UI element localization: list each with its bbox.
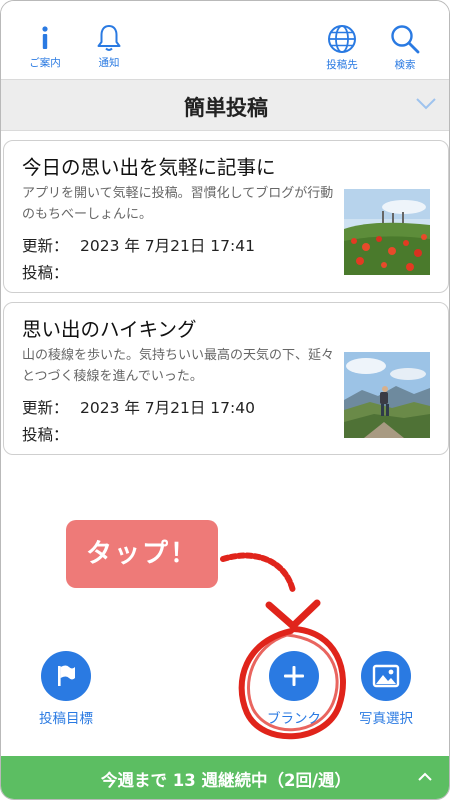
post-thumbnail	[344, 352, 430, 438]
post-goal-button[interactable]: 投稿目標	[11, 651, 121, 727]
search-icon	[391, 25, 420, 54]
post-card[interactable]: 今日の思い出を気軽に記事に アプリを開いて気軽に投稿。習慣化してブログが行動のも…	[3, 140, 449, 293]
notification-button[interactable]: 通知	[78, 23, 140, 75]
post-thumbnail	[344, 189, 430, 275]
top-toolbar: ご案内 通知 投稿先 検索	[1, 1, 449, 79]
chevron-down-icon[interactable]	[416, 97, 436, 111]
updated-value: 2023 年 7月21日 17:40	[80, 399, 255, 417]
blank-post-circle	[269, 651, 319, 701]
post-description: アプリを開いて気軽に投稿。習慣化してブログが行動のもちべーしょんに。	[22, 186, 334, 222]
post-title: 思い出のハイキング	[22, 318, 197, 341]
photo-select-button[interactable]: 写真選択	[331, 651, 441, 727]
post-card[interactable]: 思い出のハイキング 山の稜線を歩いた。気持ちいい最高の天気の下、延々とつづく稜線…	[3, 302, 449, 455]
post-updated: 更新： 2023 年 7月21日 17:41	[22, 234, 255, 256]
post-title: 今日の思い出を気軽に記事に	[22, 156, 276, 179]
info-label: ご案内	[29, 57, 61, 69]
search-button[interactable]: 検索	[374, 23, 436, 75]
flag-icon	[58, 665, 75, 686]
search-label: 検索	[394, 59, 416, 71]
post-destination-label: 投稿先	[326, 59, 358, 71]
image-icon	[372, 664, 400, 688]
bell-icon	[97, 25, 121, 51]
posted-label: 投稿：	[22, 426, 69, 444]
app-screen: ご案内 通知 投稿先 検索 簡単投稿 今日の思い出を気軽に記事に アプリを開いて…	[0, 0, 450, 800]
info-button[interactable]: ご案内	[14, 23, 76, 75]
updated-value: 2023 年 7月21日 17:41	[80, 237, 255, 255]
globe-icon	[328, 25, 356, 53]
photo-select-label: 写真選択	[359, 711, 413, 727]
page-title: 簡単投稿	[184, 96, 268, 120]
post-posted: 投稿：	[22, 261, 80, 283]
photo-select-circle	[361, 651, 411, 701]
post-updated: 更新： 2023 年 7月21日 17:40	[22, 396, 255, 418]
info-icon	[42, 26, 48, 49]
chevron-up-icon[interactable]	[417, 771, 433, 783]
post-posted: 投稿：	[22, 423, 80, 445]
streak-footer[interactable]: 今週まで 13 週継続中（2回/週）	[1, 756, 449, 799]
post-destination-button[interactable]: 投稿先	[311, 23, 373, 75]
flower-field-photo	[344, 189, 430, 275]
streak-text: 今週まで 13 週継続中（2回/週）	[101, 771, 351, 790]
mountain-hiker-photo	[344, 352, 430, 438]
plus-icon	[284, 666, 304, 686]
posted-label: 投稿：	[22, 264, 69, 282]
notification-label: 通知	[98, 57, 120, 69]
post-goal-circle	[41, 651, 91, 701]
title-bar: 簡単投稿	[1, 79, 449, 131]
updated-label: 更新：	[22, 399, 69, 417]
post-goal-label: 投稿目標	[39, 711, 93, 727]
updated-label: 更新：	[22, 237, 69, 255]
tap-callout: タップ！	[66, 520, 218, 588]
post-description: 山の稜線を歩いた。気持ちいい最高の天気の下、延々とつづく稜線を進んでいった。	[22, 348, 335, 384]
